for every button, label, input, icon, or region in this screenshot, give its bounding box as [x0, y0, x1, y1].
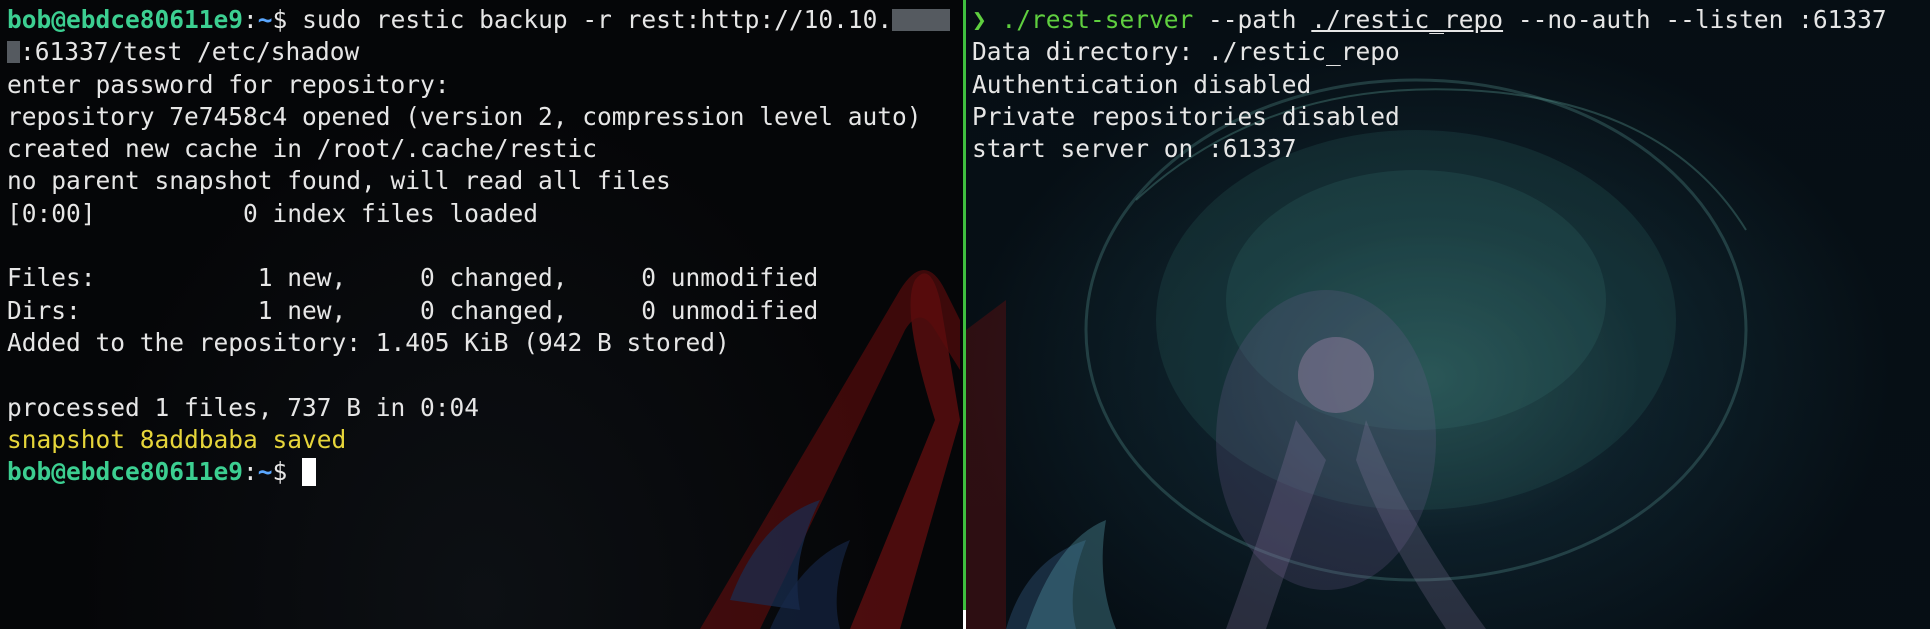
output-line: processed 1 files, 737 B in 0:04: [7, 392, 480, 422]
server-output-line: start server on :61337: [972, 134, 1297, 164]
text-cursor: [302, 458, 317, 487]
server-command-line: ❯ ./rest-server --path ./restic_repo --n…: [972, 4, 1887, 36]
right-terminal-pane[interactable]: ❯ ./rest-server --path ./restic_repo --n…: [966, 0, 1930, 629]
server-output-line: Private repositories disabled: [972, 101, 1400, 131]
prompt-path: ~: [257, 5, 273, 34]
prompt-separator: :: [243, 5, 258, 34]
terminal-window: bob@ebdce80611e9:~$ sudo restic backup -…: [0, 0, 1930, 629]
command-text-continued: :61337/test /etc/shadow: [20, 37, 360, 67]
output-line: enter password for repository:: [7, 69, 450, 99]
output-line: no parent snapshot found, will read all …: [7, 166, 671, 196]
prompt-separator: :: [243, 457, 258, 487]
server-repo-path: ./restic_repo: [1311, 5, 1504, 34]
right-terminal-output: ❯ ./rest-server --path ./restic_repo --n…: [972, 4, 1887, 165]
command-line: bob@ebdce80611e9:~$ sudo restic backup -…: [7, 4, 951, 36]
output-line: Files: 1 new, 0 changed, 0 unmodified: [7, 263, 819, 293]
prompt-arrow: ❯: [972, 5, 1002, 34]
server-output-line: Authentication disabled: [972, 69, 1312, 99]
prompt-path: ~: [257, 457, 273, 487]
left-terminal-output: bob@ebdce80611e9:~$ sudo restic backup -…: [7, 4, 951, 488]
server-binary: ./rest-server: [1001, 5, 1194, 34]
left-terminal-pane[interactable]: bob@ebdce80611e9:~$ sudo restic backup -…: [0, 0, 964, 629]
command-text: sudo restic backup -r rest:http://10.10.: [302, 5, 893, 34]
redacted-ip-block: [7, 41, 20, 64]
output-line: [0:00] 0 index files loaded: [7, 198, 539, 228]
output-line: created new cache in /root/.cache/restic: [7, 134, 598, 164]
output-line: Added to the repository: 1.405 KiB (942 …: [7, 327, 730, 357]
prompt-user: bob@ebdce80611e9: [7, 5, 244, 34]
prompt-sign: $: [272, 457, 303, 487]
output-line: repository 7e7458c4 opened (version 2, c…: [7, 101, 922, 131]
command-line-continued: :61337/test /etc/shadow: [7, 36, 950, 68]
prompt-user: bob@ebdce80611e9: [7, 457, 244, 487]
output-line: Dirs: 1 new, 0 changed, 0 unmodified: [7, 295, 819, 325]
server-output-line: Data directory: ./restic_repo: [972, 37, 1400, 67]
active-prompt-line[interactable]: bob@ebdce80611e9:~$: [7, 456, 950, 488]
redacted-ip-block: [892, 9, 951, 31]
prompt-sign: $: [272, 5, 303, 34]
server-flags: --no-auth --listen :61337: [1503, 5, 1887, 34]
snapshot-saved-line: snapshot 8addbaba saved: [7, 424, 347, 454]
server-flag-path: --path: [1193, 5, 1312, 34]
